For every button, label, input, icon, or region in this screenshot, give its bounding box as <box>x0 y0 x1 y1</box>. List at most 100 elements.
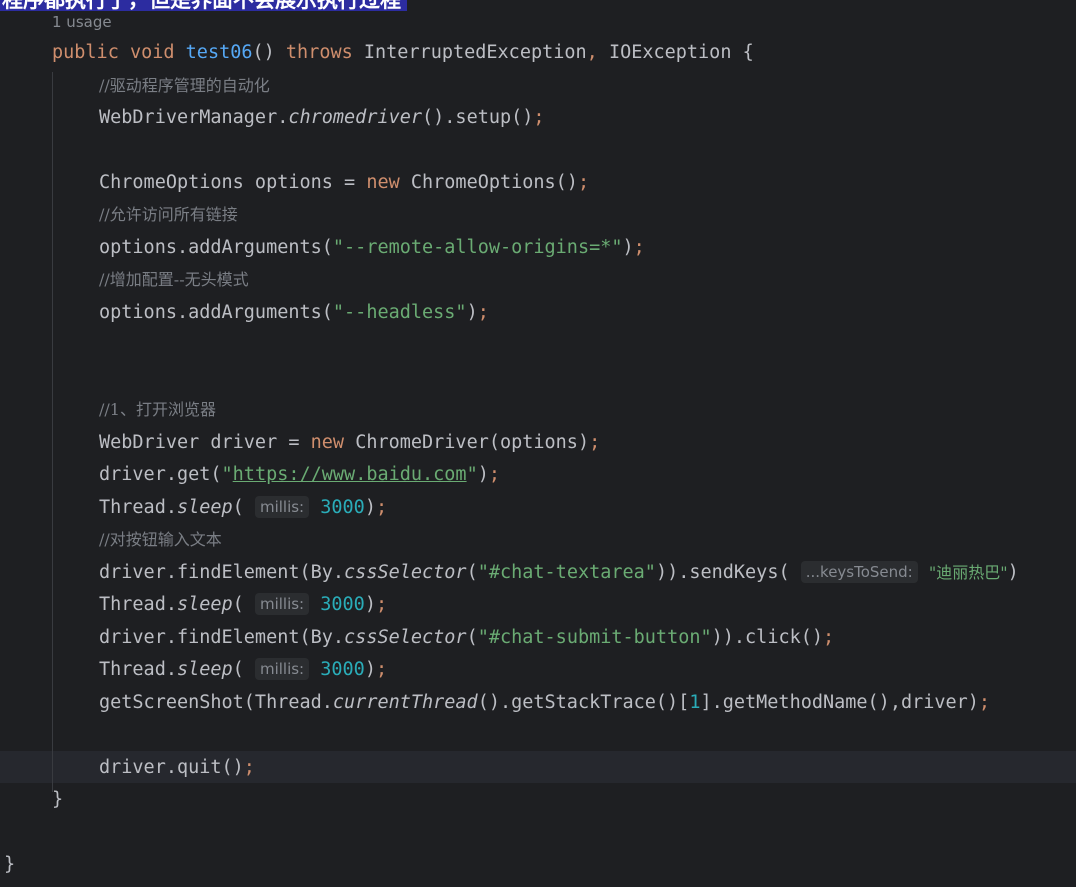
closing-brace: } <box>4 854 16 875</box>
static-method: sleep <box>176 594 233 615</box>
string-literal: "#chat-textarea" <box>477 562 656 583</box>
code-text: Thread. <box>99 594 177 615</box>
code-text: ChromeDriver(options) <box>355 432 590 453</box>
keyword: void <box>129 42 175 63</box>
static-method: cssSelector <box>344 627 467 648</box>
code-text: driver.findElement(By. <box>99 627 345 648</box>
parameter-hint: millis: <box>254 496 310 518</box>
string-literal: "--remote-allow-origins=*" <box>332 237 623 258</box>
code-text: ( <box>466 627 478 648</box>
code-line[interactable]: Thread.sleep( millis: 3000); <box>99 492 387 524</box>
static-method: currentThread <box>332 692 478 713</box>
code-text: ) <box>477 464 489 485</box>
code-line[interactable]: //增加配置--无头模式 <box>99 264 249 296</box>
punctuation: ; <box>375 594 388 615</box>
code-text: ) <box>622 237 634 258</box>
code-line[interactable]: Thread.sleep( millis: 3000); <box>99 589 387 621</box>
keyword: new <box>310 432 345 453</box>
method-name: test06 <box>185 42 253 63</box>
punctuation: ; <box>823 627 835 648</box>
punctuation: ; <box>477 302 489 323</box>
code-text: options.addArguments( <box>99 302 333 323</box>
code-text: ( <box>466 562 478 583</box>
parameter-hint: millis: <box>254 593 310 615</box>
code-line[interactable]: //允许访问所有链接 <box>99 199 238 231</box>
code-text: getScreenShot(Thread. <box>99 692 333 713</box>
code-text: () <box>252 42 275 63</box>
code-line[interactable]: options.addArguments("--remote-allow-ori… <box>99 232 645 264</box>
string-quote: " <box>466 464 478 485</box>
code-line[interactable]: //1、打开浏览器 <box>99 394 216 426</box>
string-literal: "--headless" <box>332 302 467 323</box>
code-text: driver.findElement(By. <box>99 562 345 583</box>
code-text: ChromeOptions options = <box>99 172 367 193</box>
number-literal: 1 <box>689 692 701 713</box>
punctuation: , <box>586 42 598 63</box>
code-line[interactable]: public void test06() throws InterruptedE… <box>52 37 754 69</box>
code-text: ( <box>232 659 255 680</box>
usage-hint[interactable]: 1 usage <box>52 12 112 32</box>
code-text: ].getMethodName(),driver) <box>700 692 979 713</box>
code-text: ) <box>1007 562 1019 583</box>
string-quote: " <box>221 464 233 485</box>
punctuation: ; <box>589 432 601 453</box>
code-text: ) <box>466 302 478 323</box>
code-text: ( <box>232 497 255 518</box>
code-text: IOException { <box>608 42 754 63</box>
code-line[interactable]: driver.findElement(By.cssSelector("#chat… <box>99 622 834 654</box>
code-line[interactable]: getScreenShot(Thread.currentThread().get… <box>99 687 990 719</box>
code-text: ChromeOptions() <box>410 172 578 193</box>
static-method: sleep <box>176 659 233 680</box>
code-text: ) <box>364 659 376 680</box>
code-text: WebDriverManager. <box>99 107 289 128</box>
static-method: chromedriver <box>288 107 423 128</box>
code-text: ().getStackTrace()[ <box>477 692 690 713</box>
punctuation: ; <box>243 757 255 778</box>
punctuation: ; <box>488 464 500 485</box>
punctuation: ; <box>375 659 388 680</box>
code-line[interactable]: ChromeOptions options = new ChromeOption… <box>99 167 589 199</box>
code-line[interactable]: //对按钮输入文本 <box>99 524 222 556</box>
static-method: sleep <box>176 497 233 518</box>
code-text: driver.quit() <box>99 757 244 778</box>
code-editor[interactable]: 程序都执行了，但是界面不会展示执行过程 1 usage public void … <box>0 0 1076 887</box>
code-line[interactable]: driver.get("https://www.baidu.com"); <box>99 459 500 491</box>
code-line[interactable]: driver.findElement(By.cssSelector("#chat… <box>99 557 1019 589</box>
punctuation: ; <box>375 497 388 518</box>
keyword: throws <box>285 42 353 63</box>
keyword: public <box>52 42 119 63</box>
code-line[interactable]: WebDriverManager.chromedriver().setup(); <box>99 102 545 134</box>
code-line[interactable]: //驱动程序管理的自动化 <box>99 70 270 102</box>
code-text: driver.get( <box>99 464 222 485</box>
code-text: options.addArguments( <box>99 237 333 258</box>
code-text: Thread. <box>99 659 177 680</box>
code-line[interactable]: Thread.sleep( millis: 3000); <box>99 654 387 686</box>
code-line[interactable]: WebDriver driver = new ChromeDriver(opti… <box>99 427 600 459</box>
string-literal: "迪丽热巴" <box>928 563 1008 582</box>
url-link[interactable]: https://www.baidu.com <box>233 464 467 485</box>
punctuation: ; <box>577 172 590 193</box>
number-literal: 3000 <box>320 659 365 680</box>
string-literal: "#chat-submit-button" <box>477 627 712 648</box>
code-text: )).click() <box>711 627 824 648</box>
parameter-hint: millis: <box>254 658 310 680</box>
code-text: WebDriver driver = <box>99 432 311 453</box>
number-literal: 3000 <box>320 594 365 615</box>
caption-banner: 程序都执行了，但是界面不会展示执行过程 <box>0 0 407 11</box>
code-line[interactable]: driver.quit(); <box>99 752 255 784</box>
parameter-hint: ...keysToSend: <box>800 561 918 583</box>
comment: //允许访问所有链接 <box>99 205 238 224</box>
code-text: ) <box>364 594 376 615</box>
code-line[interactable]: } <box>4 849 15 881</box>
keyword: new <box>366 172 400 193</box>
code-line[interactable]: options.addArguments("--headless"); <box>99 297 489 329</box>
punctuation: ; <box>633 237 645 258</box>
code-text: ( <box>232 594 255 615</box>
code-line[interactable]: } <box>52 784 63 816</box>
punctuation: ; <box>533 107 545 128</box>
code-text: ().setup() <box>422 107 534 128</box>
punctuation: ; <box>978 692 991 713</box>
comment: //增加配置--无头模式 <box>99 270 249 289</box>
comment: //1、打开浏览器 <box>99 400 216 419</box>
number-literal: 3000 <box>320 497 365 518</box>
